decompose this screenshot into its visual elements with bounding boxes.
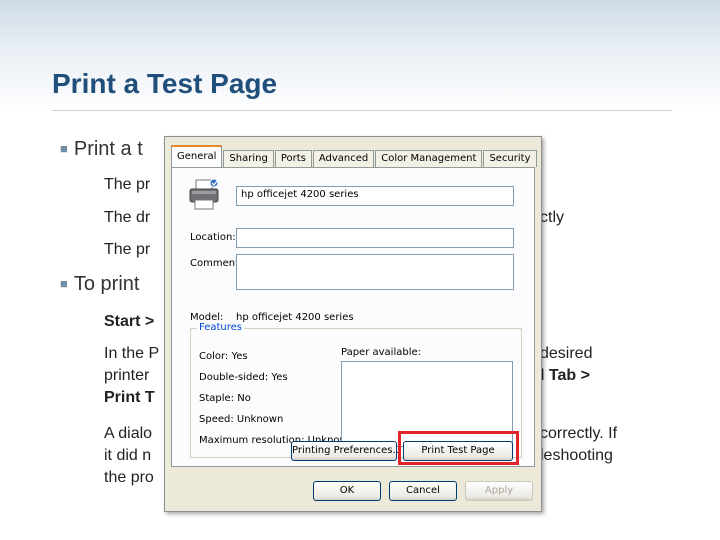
ok-button[interactable]: OK <box>313 481 381 501</box>
location-label: Location: <box>190 232 236 243</box>
location-input[interactable] <box>236 228 514 248</box>
feature-speed: Speed: Unknown <box>199 414 284 425</box>
slide-title: Print a Test Page <box>52 68 278 99</box>
step-1: Start > <box>104 313 155 330</box>
feature-double-sided: Double-sided: Yes <box>199 372 288 383</box>
tab-general[interactable]: General <box>171 145 223 167</box>
features-legend: Features <box>197 322 244 333</box>
step-3-line2-end: leshooting <box>540 447 613 464</box>
sub-item-2-end: ctly <box>540 209 564 226</box>
feature-staple: Staple: No <box>199 393 251 404</box>
bullet-square-icon: ■ <box>60 276 68 291</box>
tab-color-management[interactable]: Color Management <box>375 150 483 167</box>
comment-label: Comment: <box>190 258 243 269</box>
sub-item-2-start: The dr <box>104 209 151 226</box>
bullet-print-test: ■ Print a t <box>60 138 143 160</box>
sub-item-1: The pr <box>104 176 151 193</box>
bullet-to-print: ■ To print <box>60 273 140 295</box>
tab-advanced[interactable]: Advanced <box>312 150 375 167</box>
printer-name-input[interactable]: hp officejet 4200 series <box>236 186 514 206</box>
sub-item-3: The pr <box>104 241 151 258</box>
general-tab-panel: hp officejet 4200 series Location: Comme… <box>171 167 535 467</box>
step-2-line3: Print T <box>104 389 155 406</box>
step-2-line1-start: In the P <box>104 345 160 362</box>
step-3-line2-start: it did n <box>104 447 152 464</box>
printing-preferences-button[interactable]: Printing Preferences... <box>291 441 402 461</box>
bullet-square-icon: ■ <box>60 141 68 156</box>
printer-properties-dialog: General Sharing Ports Advanced Color Man… <box>164 136 542 512</box>
model-value: hp officejet 4200 series <box>236 312 354 323</box>
tab-sharing[interactable]: Sharing <box>223 150 274 167</box>
tab-security[interactable]: Security <box>483 150 537 167</box>
printer-icon <box>189 178 219 210</box>
dialog-tab-strip: General Sharing Ports Advanced Color Man… <box>171 145 538 167</box>
apply-button[interactable]: Apply <box>465 481 533 501</box>
feature-color: Color: Yes <box>199 351 248 362</box>
step-2-line1-end: desired <box>540 345 593 362</box>
step-3-line1-end: correctly. If <box>540 425 618 442</box>
step-3-line3: the pro <box>104 469 154 486</box>
step-2-line2-end: l Tab > <box>540 367 590 384</box>
tab-ports[interactable]: Ports <box>274 150 312 167</box>
title-divider <box>52 110 672 111</box>
highlight-box <box>398 431 519 465</box>
step-2-line2-start: printer <box>104 367 150 384</box>
paper-available-label: Paper available: <box>341 347 422 358</box>
step-3-line1-start: A dialo <box>104 425 153 442</box>
comment-input[interactable] <box>236 254 514 290</box>
cancel-button[interactable]: Cancel <box>389 481 457 501</box>
